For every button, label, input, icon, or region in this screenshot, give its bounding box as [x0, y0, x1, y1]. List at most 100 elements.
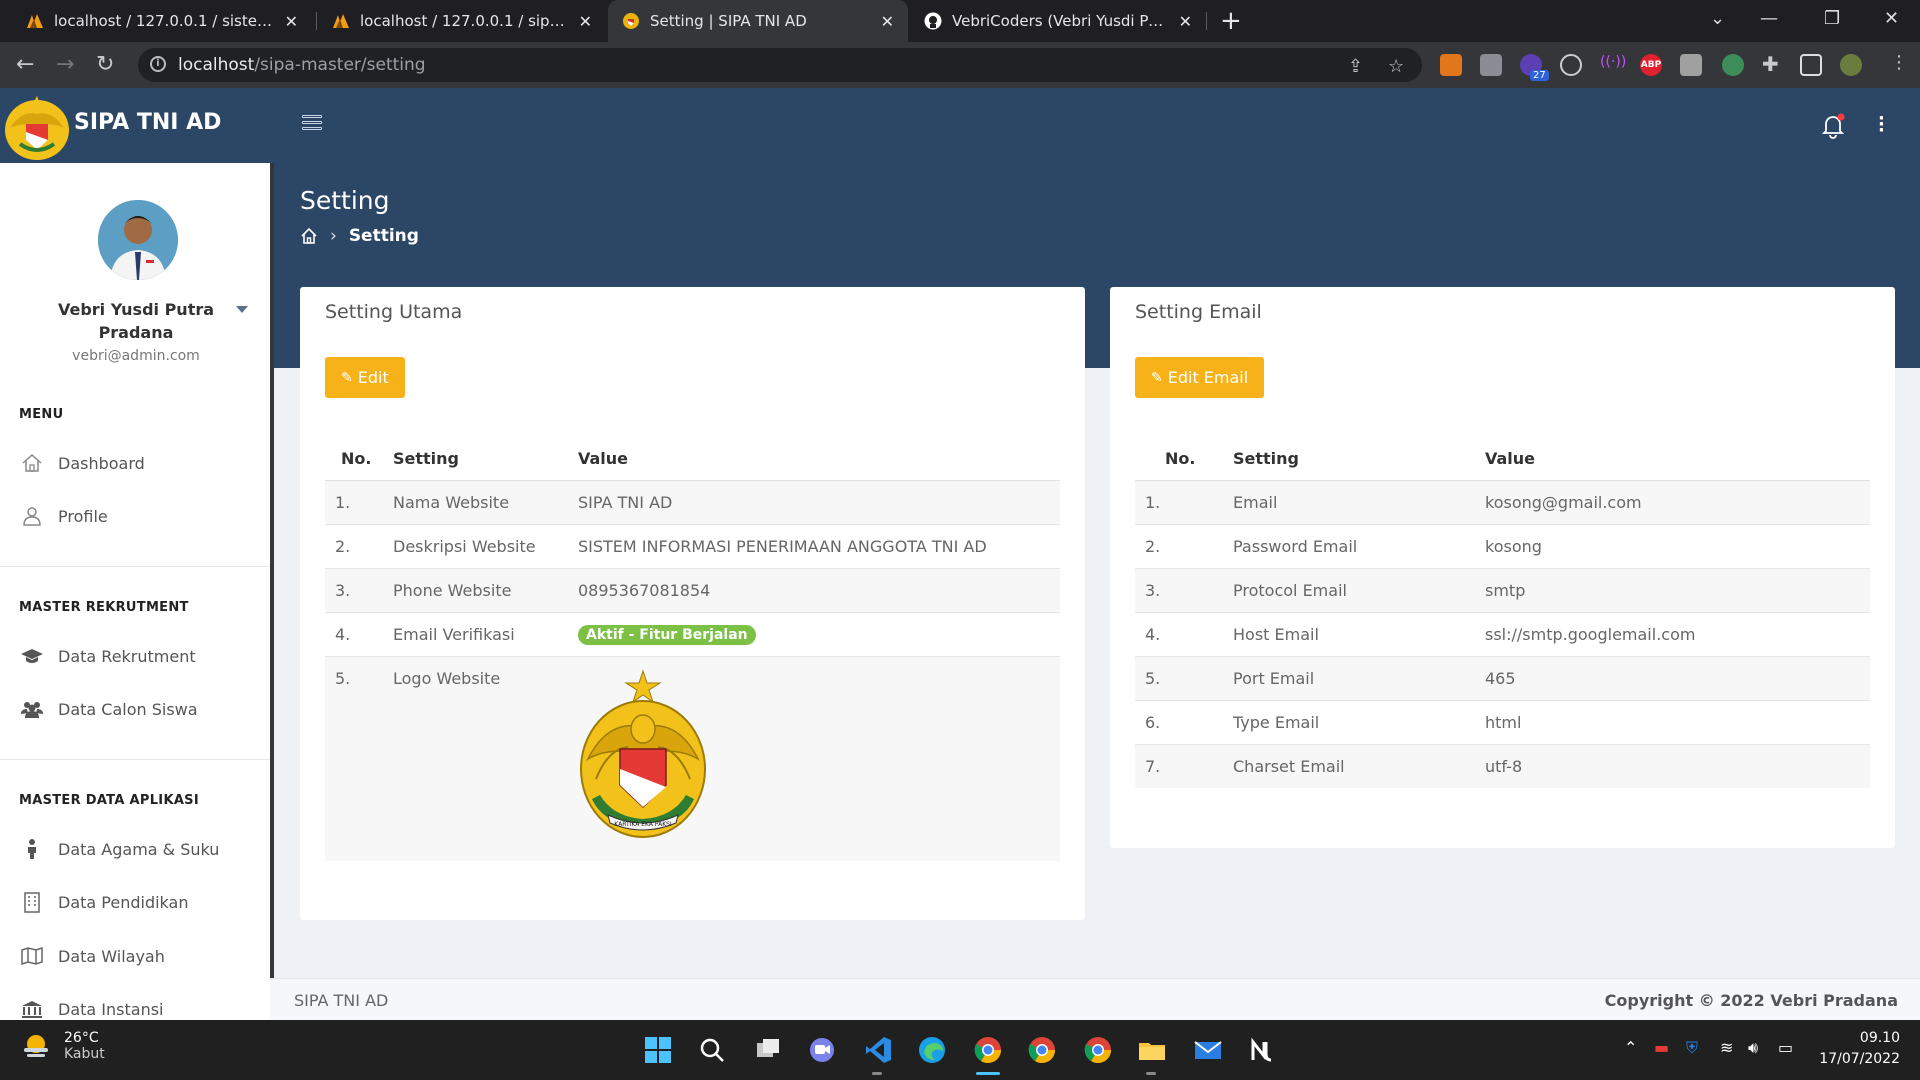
header-more-icon[interactable]: · · ·	[1878, 110, 1885, 140]
side-panel-icon[interactable]	[1800, 54, 1822, 76]
show-hidden-icons-icon[interactable]: ⌃	[1624, 1038, 1637, 1057]
logo-motto: KARTIKA EKA PAKSI	[614, 821, 672, 828]
profile-avatar-icon[interactable]	[1840, 54, 1862, 76]
chrome-icon[interactable]	[1026, 1034, 1058, 1066]
extensions-puzzle-icon[interactable]: ✚	[1762, 52, 1779, 76]
setting-value: SISTEM INFORMASI PENERIMAAN ANGGOTA TNI …	[578, 523, 1060, 568]
forward-icon[interactable]: →	[56, 52, 74, 77]
metamask-extension-icon[interactable]	[1440, 54, 1462, 76]
volume-icon[interactable]: 🔊︎	[1748, 1038, 1758, 1058]
sidebar-item-profile[interactable]: Profile	[20, 501, 108, 531]
setting-name: Phone Website	[393, 567, 578, 612]
vscode-icon[interactable]	[862, 1034, 894, 1066]
chrome-icon[interactable]	[972, 1034, 1004, 1066]
sidebar-item-data-rekrutment[interactable]: Data Rekrutment	[20, 641, 196, 671]
reload-icon[interactable]: ↻	[96, 52, 114, 77]
tab-separator	[1206, 12, 1207, 30]
extension-icon[interactable]	[1480, 54, 1502, 76]
user-email: vebri@admin.com	[72, 348, 200, 364]
new-tab-button[interactable]: +	[1220, 6, 1242, 36]
breadcrumb-current: Setting	[348, 226, 419, 246]
bookmark-star-icon[interactable]: ☆	[1388, 56, 1404, 77]
site-info-icon[interactable]: i	[150, 56, 166, 72]
windows-start-icon[interactable]	[642, 1034, 674, 1066]
notification-bell-icon[interactable]	[1820, 113, 1846, 139]
sidebar-item-data-calon-siswa[interactable]: Data Calon Siswa	[20, 694, 198, 724]
notion-style-app-icon[interactable]	[1246, 1034, 1278, 1066]
table-header-row: No. Setting Value	[1135, 438, 1870, 481]
setting-value: SIPA TNI AD	[578, 479, 1060, 524]
system-clock[interactable]: 09.10 17/07/2022	[1800, 1028, 1900, 1070]
sidebar-scrollbar[interactable]	[270, 163, 274, 1020]
setting-value: Aktif - Fitur Berjalan	[578, 611, 1060, 656]
setting-name: Email	[1233, 479, 1485, 524]
edit-button[interactable]: ✎ Edit	[325, 357, 405, 398]
sidebar-item-label: Data Instansi	[58, 999, 164, 1019]
weather-widget[interactable]: 26°C Kabut	[20, 1030, 105, 1062]
close-tab-icon[interactable]: ✕	[579, 12, 592, 31]
browser-tab-1[interactable]: localhost / 127.0.0.1 / sistem-con ✕	[12, 0, 312, 42]
row-number: 5.	[1135, 655, 1233, 700]
user-name[interactable]: Vebri Yusdi Putra Pradana	[36, 298, 236, 344]
address-bar[interactable]: i localhost/sipa-master/setting ⇪ ☆	[138, 48, 1422, 82]
setting-name: Logo Website	[393, 655, 578, 861]
file-explorer-icon[interactable]	[1136, 1034, 1168, 1066]
clock-date: 17/07/2022	[1819, 1051, 1900, 1067]
edit-email-button[interactable]: ✎ Edit Email	[1135, 357, 1265, 398]
extension-icon[interactable]	[1680, 54, 1702, 76]
browser-tab-4[interactable]: VebriCoders (Vebri Yusdi Putra Pr ✕	[910, 0, 1206, 42]
setting-name: Deskripsi Website	[393, 523, 578, 568]
chevron-right-icon: ›	[330, 226, 337, 246]
user-menu-caret-icon[interactable]	[236, 306, 248, 313]
user-photo-icon	[98, 200, 178, 280]
tab-search-icon[interactable]: ⌄	[1710, 8, 1725, 29]
table-header-row: No. Setting Value	[325, 438, 1060, 481]
url-text[interactable]: localhost/sipa-master/setting	[178, 55, 426, 75]
sidebar-item-data-wilayah[interactable]: Data Wilayah	[20, 941, 165, 971]
extension-badge: 27	[1530, 70, 1549, 81]
home-icon[interactable]	[300, 227, 318, 245]
app-brand[interactable]: SIPA TNI AD	[74, 110, 221, 135]
back-icon[interactable]: ←	[16, 52, 34, 77]
close-tab-icon[interactable]: ✕	[1179, 12, 1192, 31]
tab-separator	[316, 12, 317, 30]
footer-copyright: Copyright © 2022 Vebri Pradana	[1604, 991, 1898, 1010]
battery-icon[interactable]: ▭	[1778, 1038, 1793, 1057]
browser-menu-icon[interactable]: ⋮	[1890, 52, 1908, 73]
sidebar-toggle-icon[interactable]	[302, 115, 322, 133]
mail-icon[interactable]	[1192, 1034, 1224, 1066]
close-window-icon[interactable]: ✕	[1884, 8, 1899, 29]
share-icon[interactable]: ⇪	[1348, 56, 1363, 77]
tray-app-icon[interactable]: ▬	[1654, 1038, 1669, 1057]
browser-tab-3-active[interactable]: Setting | SIPA TNI AD ✕	[608, 0, 908, 42]
row-number: 4.	[1135, 611, 1233, 656]
chrome-icon[interactable]	[1082, 1034, 1114, 1066]
task-view-icon[interactable]	[752, 1034, 784, 1066]
restore-icon[interactable]: ❐	[1824, 8, 1840, 29]
extension-icon[interactable]	[1722, 54, 1744, 76]
sidebar-divider	[0, 566, 270, 567]
adblock-plus-icon[interactable]: ABP	[1640, 54, 1662, 76]
browser-tab-2[interactable]: localhost / 127.0.0.1 / sipa-maste ✕	[318, 0, 606, 42]
avatar[interactable]	[98, 200, 178, 280]
setting-name: Email Verifikasi	[393, 611, 578, 656]
sidebar-item-data-pendidikan[interactable]: Data Pendidikan	[20, 887, 188, 917]
edge-icon[interactable]	[916, 1034, 948, 1066]
lightbulb-extension-icon[interactable]	[1560, 54, 1582, 76]
tab-title: localhost / 127.0.0.1 / sistem-con	[54, 12, 275, 30]
close-tab-icon[interactable]: ✕	[285, 12, 298, 31]
sidebar-item-dashboard[interactable]: Dashboard	[20, 448, 145, 478]
wifi-icon[interactable]: ≋	[1720, 1038, 1733, 1057]
minimize-icon[interactable]: —	[1760, 8, 1778, 29]
close-tab-icon[interactable]: ✕	[881, 12, 894, 31]
column-header: Value	[578, 438, 1060, 481]
teams-chat-icon[interactable]	[806, 1034, 838, 1066]
sidebar-item-data-agama-suku[interactable]: Data Agama & Suku	[20, 834, 219, 864]
broadcast-extension-icon[interactable]: ((·))	[1600, 54, 1626, 76]
table-row: 3. Protocol Email smtp	[1135, 567, 1870, 612]
clock-time: 09.10	[1859, 1030, 1900, 1046]
security-shield-icon[interactable]: ⛨	[1686, 1038, 1698, 1058]
map-icon	[21, 946, 43, 966]
row-number: 6.	[1135, 699, 1233, 744]
search-icon[interactable]	[696, 1034, 728, 1066]
